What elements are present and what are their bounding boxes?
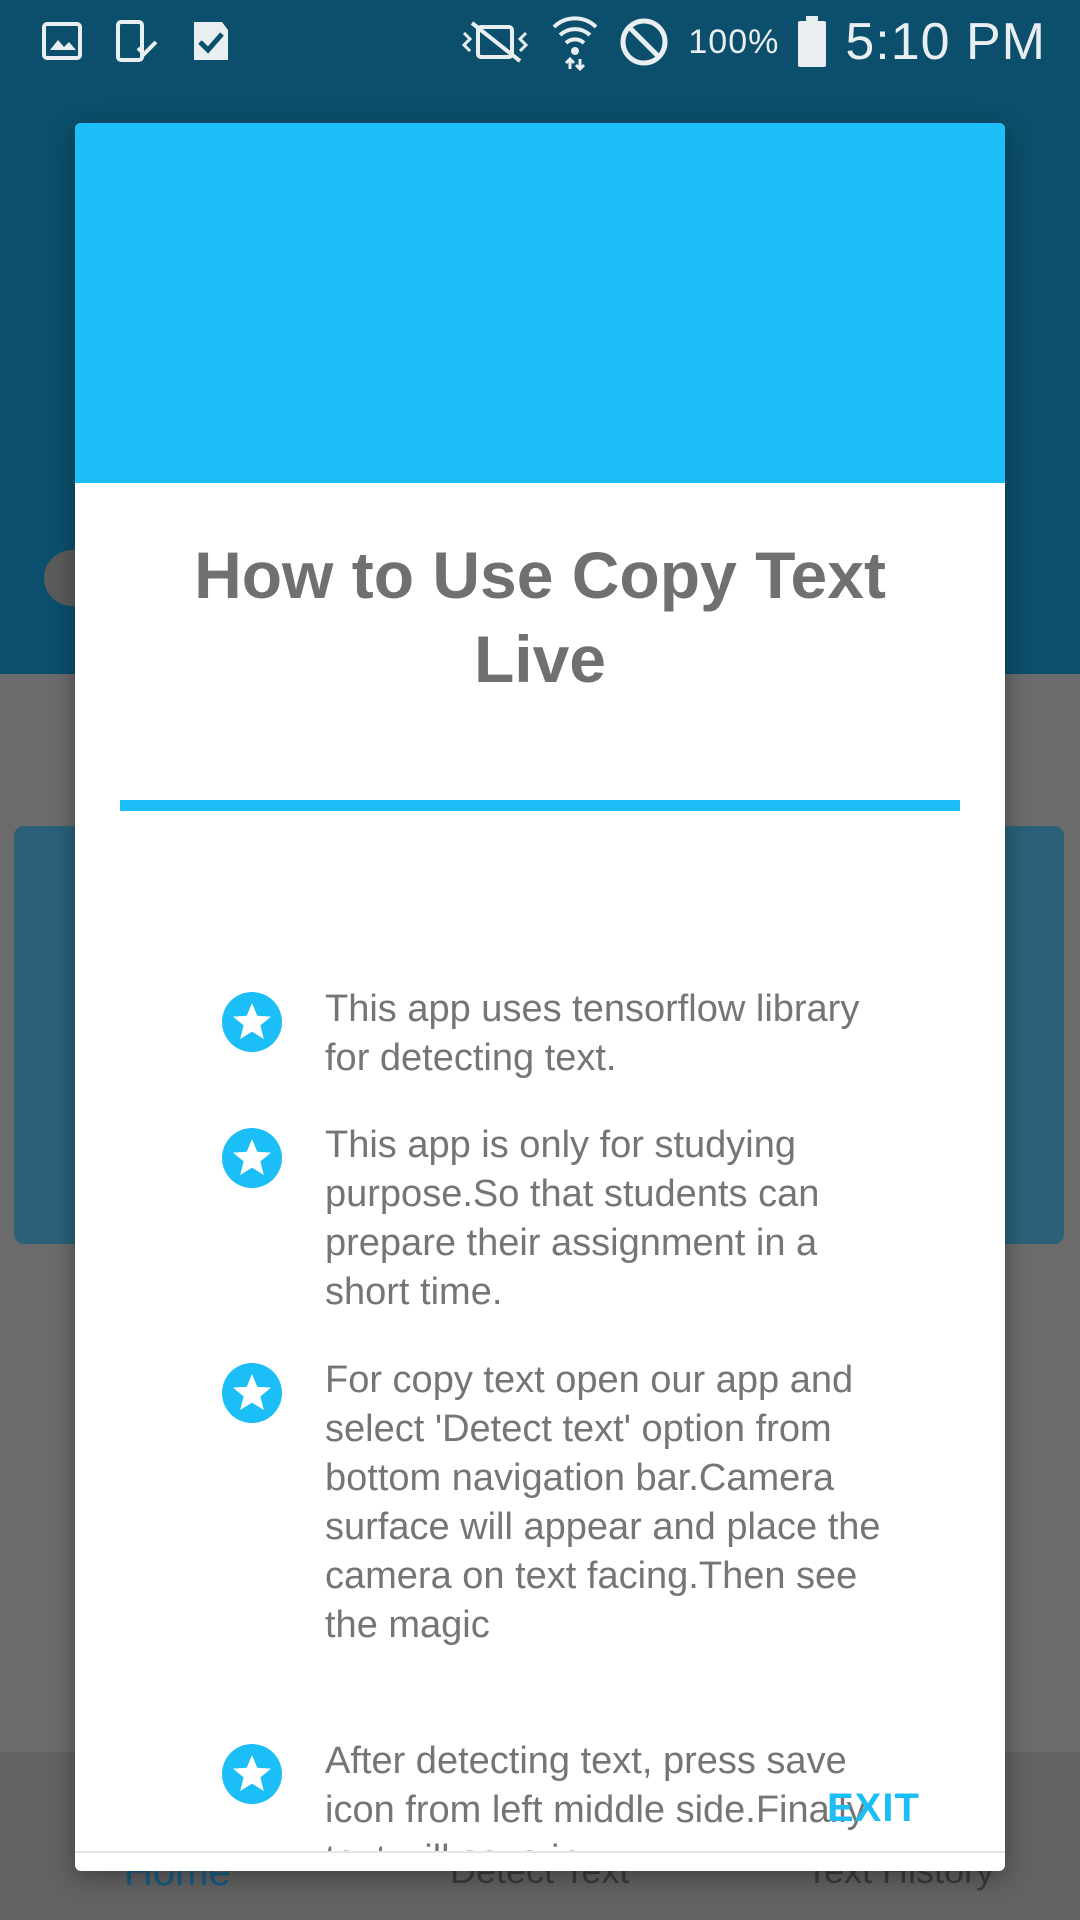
wifi-icon [552,16,598,71]
battery-percent: 100% [688,22,780,61]
list-item-text: This app is only for studying purpose.So… [325,1124,820,1313]
dialog-title: How to Use Copy Text Live [194,538,886,696]
dialog-header-banner [75,123,1005,483]
title-divider [120,800,960,811]
footer-divider [75,1851,1005,1853]
battery-icon [798,16,827,67]
do-not-disturb-icon [620,18,668,66]
system-status: 100% 5:10 PM [460,10,1046,74]
star-icon [222,992,282,1052]
instructions-list[interactable]: This app uses tensorflow library for det… [75,811,1005,1852]
star-icon [222,1128,282,1188]
list-item-text: After detecting text, press save icon fr… [325,1740,866,1852]
list-item-text: For copy text open our app and select 'D… [325,1359,881,1646]
notification-icons [40,18,234,64]
status-bar: 100% 5:10 PM [0,0,1080,84]
vibrate-off-icon [462,21,529,63]
device-check-icon [116,20,158,62]
task-check-icon [194,22,228,60]
star-icon [222,1744,282,1804]
how-to-use-dialog: How to Use Copy Text Live This app uses … [75,123,1005,1871]
exit-button[interactable]: EXIT [805,1775,942,1841]
clock: 5:10 PM [845,13,1046,71]
image-icon [42,22,82,60]
list-item-text: This app uses tensorflow library for det… [325,988,860,1079]
star-icon [222,1363,282,1423]
